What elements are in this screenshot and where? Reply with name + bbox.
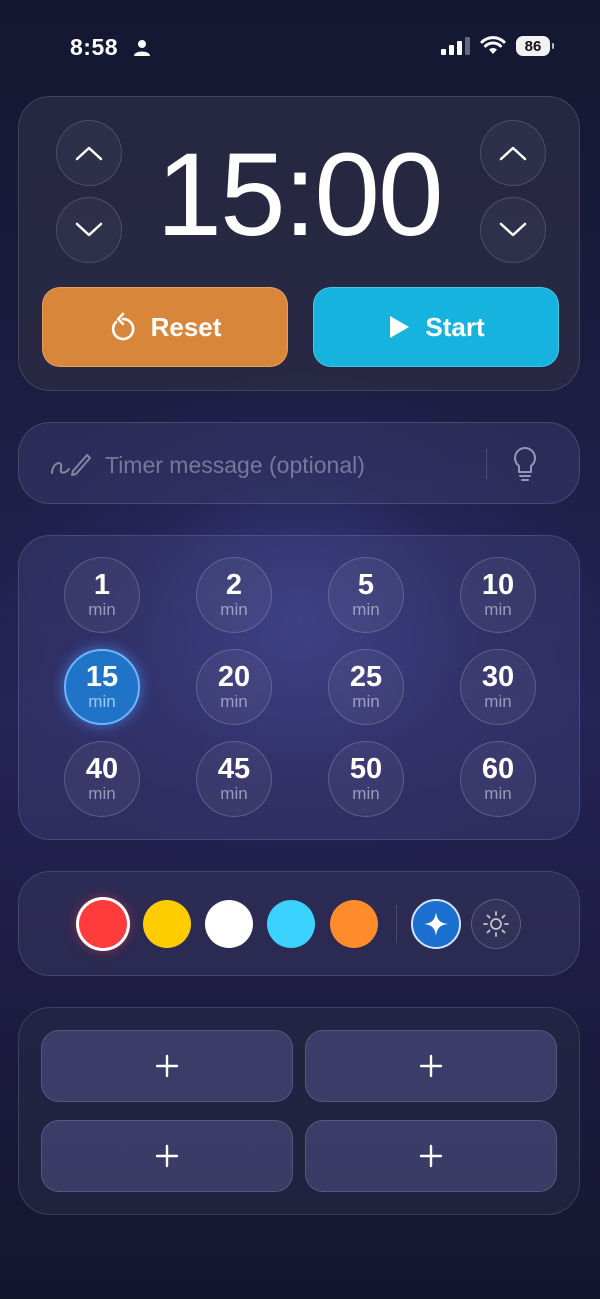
preset-value: 45 (217, 753, 251, 785)
plus-icon (419, 1144, 443, 1168)
person-icon (134, 40, 150, 56)
chevron-up-icon (499, 146, 527, 161)
wifi-icon (480, 36, 506, 54)
preset-unit: min (484, 692, 512, 711)
signal-icon (441, 37, 470, 55)
preset-5-min[interactable]: 5 min (328, 557, 404, 633)
preset-value: 2 (225, 569, 243, 601)
preset-unit: min (484, 600, 512, 619)
status-time: 8:58 (70, 34, 119, 60)
preset-value: 40 (85, 753, 119, 785)
color-orange-swatch[interactable] (330, 900, 378, 948)
custom-slots-card (18, 1007, 580, 1215)
preset-25-min[interactable]: 25 min (328, 649, 404, 725)
plus-icon (155, 1144, 179, 1168)
sparkle-icon (424, 912, 448, 936)
color-divider (396, 905, 397, 943)
add-slot-button[interactable] (41, 1120, 293, 1192)
preset-60-min[interactable]: 60 min (460, 741, 536, 817)
battery-indicator: 86 (516, 36, 554, 56)
preset-2-min[interactable]: 2 min (196, 557, 272, 633)
add-slot-button[interactable] (305, 1120, 557, 1192)
preset-unit: min (88, 692, 116, 711)
plus-icon (419, 1054, 443, 1078)
preset-40-min[interactable]: 40 min (64, 741, 140, 817)
chevron-down-icon (499, 222, 527, 237)
seconds-up-button[interactable] (480, 120, 546, 186)
preset-30-min[interactable]: 30 min (460, 649, 536, 725)
reset-label: Reset (150, 311, 222, 342)
preset-45-min[interactable]: 45 min (196, 741, 272, 817)
color-white-swatch[interactable] (205, 900, 253, 948)
preset-unit: min (220, 692, 248, 711)
preset-value: 25 (349, 661, 383, 693)
timer-message-input[interactable] (103, 445, 477, 485)
preset-15-min[interactable]: 15 min (64, 649, 140, 725)
color-red-swatch[interactable] (79, 900, 127, 948)
chevron-up-icon (75, 146, 103, 161)
brightness-mode-button[interactable] (471, 899, 521, 949)
plus-icon (155, 1054, 179, 1078)
color-picker-card (18, 871, 580, 976)
color-yellow-swatch[interactable] (143, 900, 191, 948)
battery-level: 86 (524, 37, 542, 55)
timer-display: 15:00 (156, 129, 443, 261)
preset-unit: min (88, 600, 116, 619)
minutes-up-button[interactable] (56, 120, 122, 186)
sparkle-mode-button[interactable] (411, 899, 461, 949)
preset-grid-card: 1 min 2 min 5 min 10 min 15 min 20 min 25 min 3… (18, 535, 580, 840)
preset-unit: min (220, 784, 248, 803)
add-slot-button[interactable] (305, 1030, 557, 1102)
message-divider (486, 449, 487, 479)
preset-value: 30 (481, 661, 515, 693)
start-label: Start (425, 311, 485, 342)
message-card (18, 422, 580, 504)
color-cyan-swatch[interactable] (267, 900, 315, 948)
reset-icon (111, 312, 135, 341)
reset-button[interactable]: Reset (42, 287, 288, 367)
play-icon (390, 316, 410, 338)
preset-value: 5 (357, 569, 375, 601)
preset-unit: min (220, 600, 248, 619)
add-slot-button[interactable] (41, 1030, 293, 1102)
preset-unit: min (352, 600, 380, 619)
preset-unit: min (88, 784, 116, 803)
preset-unit: min (352, 692, 380, 711)
preset-10-min[interactable]: 10 min (460, 557, 536, 633)
status-indicators: 86 (440, 36, 554, 56)
preset-value: 1 (93, 569, 111, 601)
timer-card: 15:00 Reset Start (18, 96, 580, 391)
preset-value: 20 (217, 661, 251, 693)
signature-pen-icon (51, 454, 91, 476)
chevron-down-icon (75, 222, 103, 237)
lightbulb-icon[interactable] (511, 445, 539, 483)
preset-value: 50 (349, 753, 383, 785)
preset-unit: min (352, 784, 380, 803)
sun-icon (483, 911, 509, 937)
start-button[interactable]: Start (313, 287, 559, 367)
preset-value: 10 (481, 569, 515, 601)
preset-unit: min (484, 784, 512, 803)
preset-1-min[interactable]: 1 min (64, 557, 140, 633)
preset-20-min[interactable]: 20 min (196, 649, 272, 725)
seconds-down-button[interactable] (480, 197, 546, 263)
preset-50-min[interactable]: 50 min (328, 741, 404, 817)
preset-value: 60 (481, 753, 515, 785)
preset-value: 15 (85, 661, 119, 693)
minutes-down-button[interactable] (56, 197, 122, 263)
